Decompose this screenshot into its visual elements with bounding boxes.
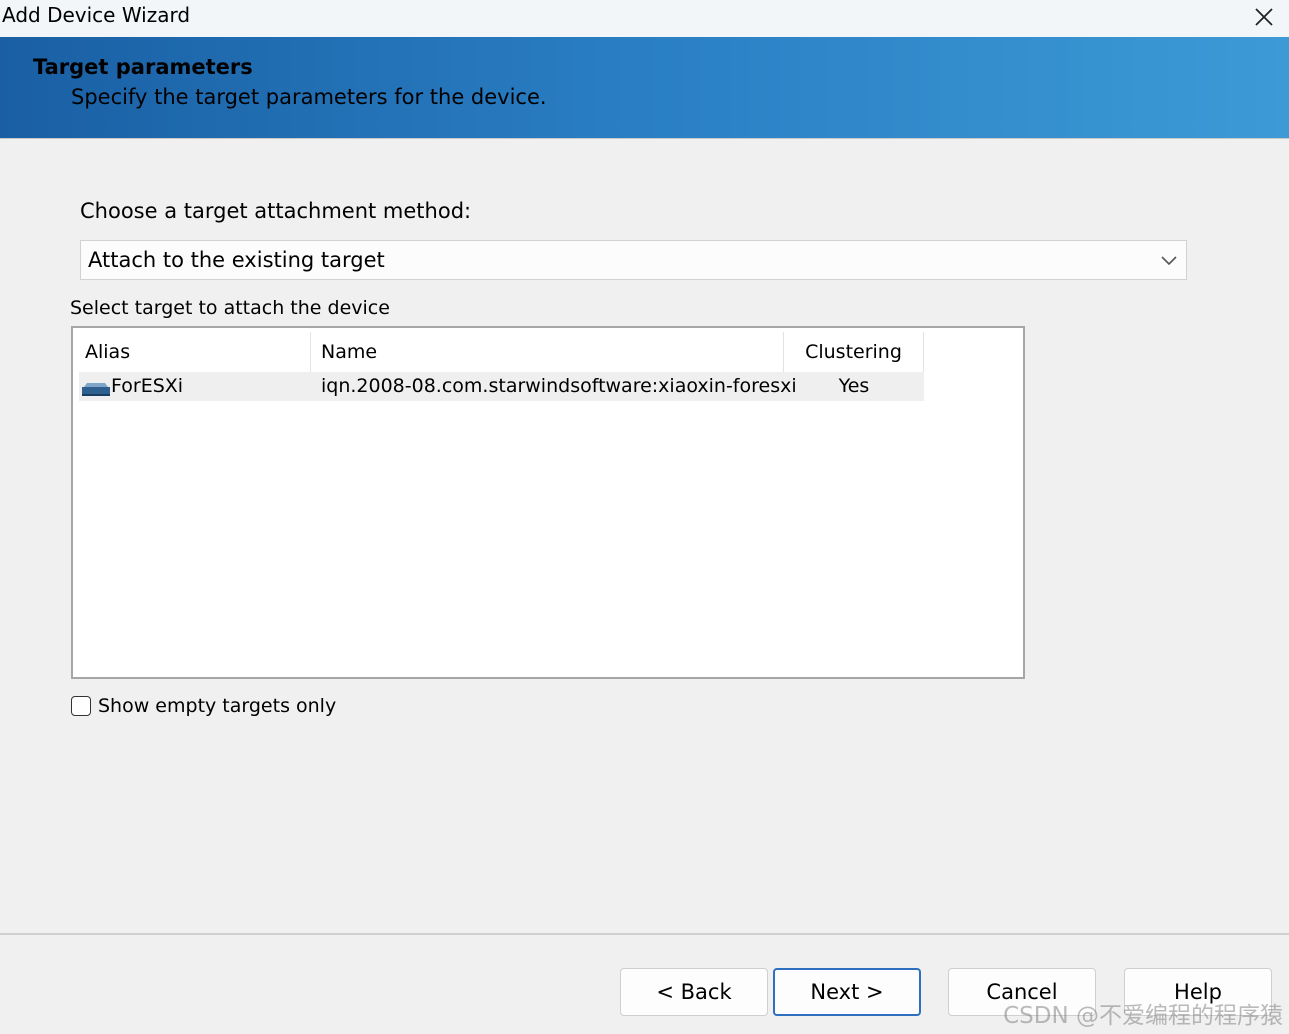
row-clustering: Yes bbox=[838, 375, 870, 397]
show-empty-label[interactable]: Show empty targets only bbox=[98, 695, 336, 717]
watermark: CSDN @不爱编程的程序猿 bbox=[1003, 1003, 1283, 1029]
attachment-method-dropdown[interactable]: Attach to the existing target bbox=[80, 240, 1187, 280]
targets-list[interactable]: Alias Name Clustering ForESXi iqn.2008-0… bbox=[71, 326, 1025, 679]
wizard-header: Target parameters Specify the target par… bbox=[0, 37, 1289, 139]
select-target-label: Select target to attach the device bbox=[70, 297, 390, 319]
row-alias: ForESXi bbox=[111, 375, 184, 397]
show-empty-checkbox[interactable] bbox=[71, 696, 91, 716]
window-title: Add Device Wizard bbox=[2, 3, 191, 27]
row-name: iqn.2008-08.com.starwindsoftware:xiaoxin… bbox=[321, 375, 797, 397]
close-icon[interactable] bbox=[1251, 4, 1277, 30]
list-header: Alias Name Clustering bbox=[79, 332, 924, 372]
column-header-clustering[interactable]: Clustering bbox=[784, 332, 924, 372]
table-row[interactable]: ForESXi iqn.2008-08.com.starwindsoftware… bbox=[79, 372, 924, 401]
back-button[interactable]: < Back bbox=[620, 968, 768, 1016]
chevron-down-icon bbox=[1161, 256, 1177, 266]
attachment-method-value: Attach to the existing target bbox=[88, 248, 385, 272]
column-header-name[interactable]: Name bbox=[311, 332, 784, 372]
target-icon bbox=[82, 383, 110, 396]
column-header-alias[interactable]: Alias bbox=[79, 332, 311, 372]
next-button[interactable]: Next > bbox=[773, 968, 921, 1016]
method-label: Choose a target attachment method: bbox=[80, 199, 472, 223]
header-subtitle: Specify the target parameters for the de… bbox=[71, 85, 547, 109]
header-title: Target parameters bbox=[33, 55, 253, 79]
title-bar: Add Device Wizard bbox=[0, 0, 1289, 37]
footer-divider bbox=[0, 933, 1289, 935]
